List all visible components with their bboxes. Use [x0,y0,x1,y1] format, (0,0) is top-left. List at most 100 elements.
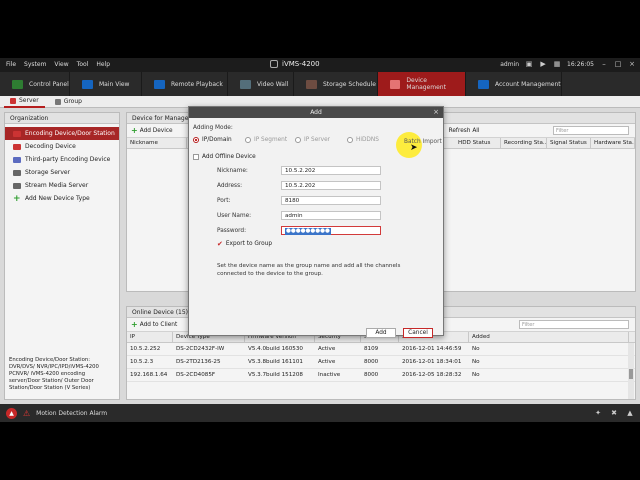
org-item-decoding-device[interactable]: Decoding Device [5,140,119,153]
tab-device-management[interactable]: Device Management [378,72,466,96]
add-offline-checkbox[interactable]: Add Offline Device [193,154,256,160]
add-to-client-button[interactable]: + Add to Client [131,319,178,329]
menu-system[interactable]: System [24,61,46,68]
col-signal-status[interactable]: Signal Status [547,138,591,148]
password-input[interactable]: ●●●●●●●●● [281,226,381,235]
org-item-stream-media[interactable]: Stream Media Server [5,179,119,192]
volume-icon[interactable]: ▶ [539,61,547,68]
add-device-button[interactable]: + Add Device [131,126,173,134]
tab-label: Remote Playback [171,80,223,88]
close-icon[interactable]: × [628,61,636,68]
warning-icon: ⚠ [23,408,31,418]
menu-bar: File System View Tool Help [6,61,110,68]
subtab-label: Server [19,97,39,104]
control-panel-icon [12,79,23,89]
tab-remote-playback[interactable]: Remote Playback [142,72,228,96]
menu-view[interactable]: View [54,61,68,68]
username-input[interactable]: admin [281,211,381,220]
online-filter-input[interactable]: Filter [519,320,629,329]
radio-ip-domain[interactable]: IP/Domain [193,137,232,143]
subtab-server[interactable]: Server [4,96,45,108]
offline-label: Add Offline Device [202,154,256,160]
col-nickname[interactable]: Nickname [127,138,187,148]
cell-added: No [472,346,480,352]
online-scrollbar[interactable] [628,343,634,399]
org-item-label: Add New Device Type [25,195,90,202]
col-hardware-status[interactable]: Hardware Sta... [591,138,635,148]
cell-device-type: DS-2CD4085F [176,372,216,378]
col-added[interactable]: Added [469,332,629,342]
radio-label: IP Server [304,137,331,143]
export-label: Export to Group [225,241,273,247]
scrollbar-thumb[interactable] [629,369,633,379]
maximize-icon[interactable]: □ [614,61,622,68]
menu-help[interactable]: Help [96,61,110,68]
cell-security: Active [318,359,336,365]
tab-control-panel[interactable]: Control Panel [0,72,70,96]
device-management-icon [390,79,401,89]
encoding-device-icon [13,130,21,137]
cell-ip: 192.168.1.64 [130,372,168,378]
org-item-encoding-device[interactable]: Encoding Device/Door Station [5,127,119,140]
tab-main-view[interactable]: Main View [70,72,142,96]
app-logo-icon [270,60,278,68]
tab-label: Main View [99,80,130,88]
cell-device-type: DS-2CD2432F-IW [176,346,225,352]
group-icon [54,98,61,105]
cell-firmware: V5.3.8build 161101 [248,359,303,365]
org-item-add-new-type[interactable]: + Add New Device Type [5,192,119,205]
tab-account-management[interactable]: Account Management [466,72,562,96]
cursor-highlight [396,132,422,158]
lock-icon[interactable]: ▣ [525,61,533,68]
menu-tool[interactable]: Tool [77,61,89,68]
radio-hiddns[interactable]: HiDDNS [347,137,379,143]
tab-video-wall[interactable]: Video Wall [228,72,294,96]
cell-device-type: DS-2TD2136-25 [176,359,221,365]
add-to-client-label: Add to Client [139,321,178,328]
org-item-third-party[interactable]: Third-party Encoding Device [5,153,119,166]
cell-firmware: V5.3.7build 151208 [248,372,303,378]
nickname-input[interactable]: 10.5.2.202 [281,166,381,175]
alarm-icon[interactable]: ▲ [6,407,17,419]
col-hdd-status[interactable]: HDD Status [455,138,501,148]
org-item-label: Decoding Device [25,143,76,150]
export-to-group-checkbox[interactable]: ✔ Export to Group [217,240,272,248]
col-ip[interactable]: IP [127,332,173,342]
menu-file[interactable]: File [6,61,16,68]
address-label: Address: [217,183,243,189]
table-row[interactable]: 10.5.2.252 DS-2CD2432F-IW V5.4.0build 16… [127,343,635,356]
col-recording-status[interactable]: Recording Sta... [501,138,547,148]
status-bar: ▲ ⚠ Motion Detection Alarm ✦ ✖ ▲ [0,404,640,422]
cell-start-time: 2016-12-01 18:34:01 [402,359,462,365]
checkbox-box [193,154,199,160]
radio-ip-segment[interactable]: IP Segment [245,137,287,143]
cell-ip: 10.5.2.3 [130,359,154,365]
org-item-storage-server[interactable]: Storage Server [5,166,119,179]
expand-icon[interactable]: ▲ [626,409,634,417]
device-filter-input[interactable]: Filter [553,126,629,135]
pin-icon[interactable]: ✦ [594,409,602,417]
cancel-button[interactable]: Cancel [403,328,433,338]
radio-dot [295,137,301,143]
organization-panel: Organization Encoding Device/Door Statio… [4,112,120,400]
address-input[interactable]: 10.5.2.202 [281,181,381,190]
adding-mode-label: Adding Mode: [193,125,233,131]
port-input[interactable]: 8180 [281,196,381,205]
subtab-group[interactable]: Group [49,96,88,108]
radio-label: IP Segment [254,137,288,143]
add-button[interactable]: Add [366,328,396,338]
organization-header: Organization [5,113,119,124]
radio-ip-server[interactable]: IP Server [295,137,330,143]
delete-icon[interactable]: ✖ [610,409,618,417]
cell-start-time: 2016-12-01 14:46:59 [402,346,462,352]
table-row[interactable]: 10.5.2.3 DS-2TD2136-25 V5.3.8build 16110… [127,356,635,369]
refresh-all-button[interactable]: Refresh All [449,128,480,134]
plus-icon: + [131,319,138,329]
tab-storage-schedule[interactable]: Storage Schedule [294,72,378,96]
table-row[interactable]: 192.168.1.64 DS-2CD4085F V5.3.7build 151… [127,369,635,382]
refresh-label: Refresh All [448,127,480,134]
close-icon[interactable]: × [433,107,439,118]
minimize-icon[interactable]: – [600,61,608,68]
nickname-label: Nickname: [217,168,248,174]
cell-server-port: 8109 [364,346,379,352]
